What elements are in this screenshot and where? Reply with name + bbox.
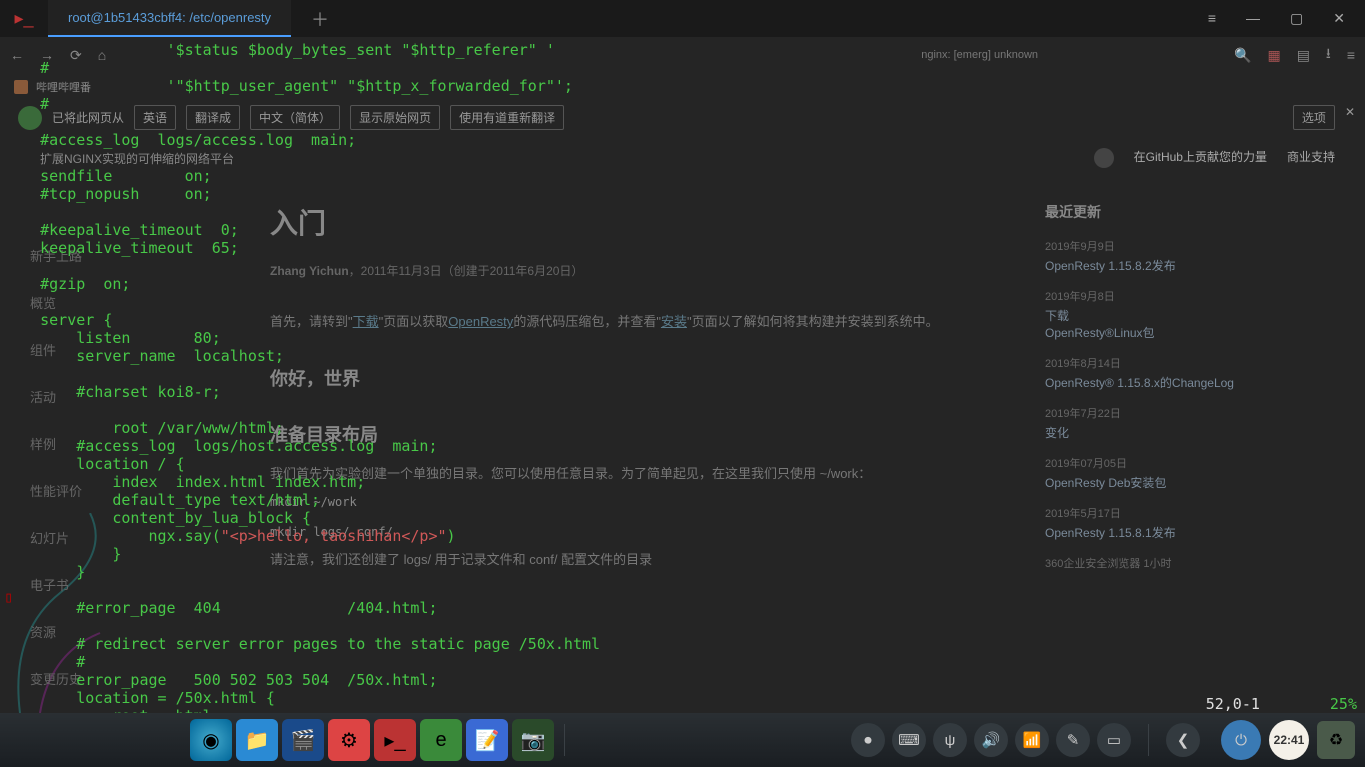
taskbar: ◉ 📁 🎬 ⚙ ▸_ e 📝 📷 ⏺ ⌨ ψ 🔊 📶 ✎ ▭ ❮ ⏻ 22:41… <box>0 713 1365 767</box>
display-icon[interactable]: ▭ <box>1097 723 1131 757</box>
editor-icon[interactable]: 📝 <box>466 719 508 761</box>
close-button[interactable]: ✕ <box>1325 6 1353 31</box>
maximize-button[interactable]: ▢ <box>1282 6 1311 31</box>
trash-icon[interactable]: ♻ <box>1317 721 1355 759</box>
video-icon[interactable]: 🎬 <box>282 719 324 761</box>
minimize-button[interactable]: — <box>1238 6 1268 31</box>
tray-separator <box>1148 724 1149 756</box>
terminal-text2: ) } } #error_page 404 /404.html; # redir… <box>4 527 600 725</box>
volume-icon[interactable]: 🔊 <box>974 723 1008 757</box>
edit-icon[interactable]: ✎ <box>1056 723 1090 757</box>
vim-status-line: 52,0-1 25% <box>1206 695 1357 713</box>
terminal-app-icon: ▸_ <box>0 0 48 37</box>
dock: ◉ 📁 🎬 ⚙ ▸_ e 📝 📷 <box>190 719 554 761</box>
browser-icon[interactable]: e <box>420 719 462 761</box>
terminal-tab[interactable]: root@1b51433cbff4: /etc/openresty <box>48 0 291 37</box>
system-tray: ⏺ ⌨ ψ 🔊 📶 ✎ ▭ ❮ ⏻ 22:41 ♻ <box>851 720 1355 760</box>
tab-title: root@1b51433cbff4: /etc/openresty <box>68 10 271 25</box>
settings-icon[interactable]: ⚙ <box>328 719 370 761</box>
launcher-icon[interactable]: ◉ <box>190 719 232 761</box>
cursor-position: 52,0-1 <box>1206 695 1260 713</box>
power-icon[interactable]: ⏻ <box>1221 720 1261 760</box>
record-icon[interactable]: ⏺ <box>851 723 885 757</box>
show-desktop-icon[interactable]: ❮ <box>1166 723 1200 757</box>
dock-separator <box>564 724 565 756</box>
terminal-cursor-gutter: ▯ <box>4 588 13 606</box>
window-titlebar: ▸_ root@1b51433cbff4: /etc/openresty ＋ ≡… <box>0 0 1365 37</box>
keyboard-icon[interactable]: ⌨ <box>892 723 926 757</box>
terminal-viewport[interactable]: '$status $body_bytes_sent "$http_referer… <box>0 37 1365 713</box>
terminal-text: '$status $body_bytes_sent "$http_referer… <box>4 41 573 545</box>
terminal-string: "<p>hello, taoshihan</p>" <box>221 527 447 545</box>
menu-icon[interactable]: ≡ <box>1200 6 1224 31</box>
camera-icon[interactable]: 📷 <box>512 719 554 761</box>
clock[interactable]: 22:41 <box>1269 720 1309 760</box>
usb-icon[interactable]: ψ <box>933 723 967 757</box>
files-icon[interactable]: 📁 <box>236 719 278 761</box>
terminal-icon[interactable]: ▸_ <box>374 719 416 761</box>
wifi-icon[interactable]: 📶 <box>1015 723 1049 757</box>
scroll-percent: 25% <box>1330 695 1357 713</box>
new-tab-button[interactable]: ＋ <box>291 6 349 32</box>
